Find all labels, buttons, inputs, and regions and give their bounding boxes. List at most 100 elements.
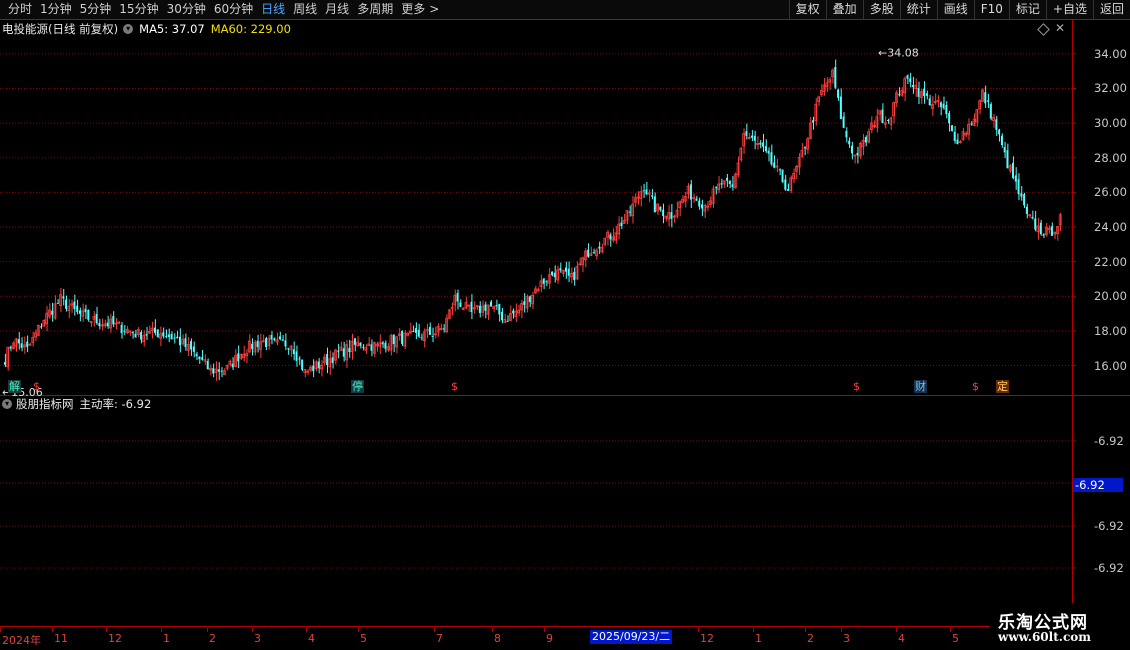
candle-body: [1017, 179, 1020, 195]
candle-body: [1042, 234, 1045, 236]
candle-body: [442, 328, 445, 330]
action-button-4[interactable]: 画线: [936, 0, 974, 19]
candle-body: [506, 320, 509, 322]
close-icon[interactable]: ✕: [1055, 21, 1065, 35]
candle-body: [512, 310, 515, 314]
candle-body: [559, 268, 562, 271]
candle-body: [270, 334, 273, 340]
candle-body: [1014, 175, 1017, 182]
signal-marker[interactable]: 财: [914, 380, 927, 393]
action-button-6[interactable]: 标记: [1008, 0, 1046, 19]
date-tick-label: 4: [308, 632, 315, 645]
period-tabs: 分时 1分钟 5分钟 15分钟 30分钟 60分钟 日线 周线 月线 多周期 更多 >: [4, 0, 439, 19]
date-tick-label: 5: [360, 632, 367, 645]
action-button-5[interactable]: F10: [973, 0, 1009, 19]
date-tick-label: 12: [700, 632, 714, 645]
candle-body: [1023, 194, 1026, 206]
signal-marker[interactable]: 停: [351, 380, 364, 393]
candle-body: [620, 222, 623, 227]
date-tick-mark: [544, 628, 545, 632]
indicator-value: 主动率: -6.92: [79, 397, 152, 411]
date-tick-mark: [753, 628, 754, 632]
date-tick-mark: [698, 628, 699, 632]
date-tick-label: 2: [807, 632, 814, 645]
candle-body: [17, 339, 20, 344]
action-button-3[interactable]: 统计: [899, 0, 937, 19]
indicator-tick-label: -6.92: [1094, 519, 1124, 533]
signal-marker[interactable]: $: [972, 380, 979, 393]
candle-body: [120, 324, 123, 334]
candle-body: [40, 326, 43, 328]
candle-body: [1025, 206, 1028, 214]
candle-body: [87, 309, 90, 320]
candle-body: [731, 184, 734, 187]
candle-body: [456, 292, 459, 302]
candle-body: [98, 322, 101, 327]
candle-body: [312, 365, 315, 372]
cursor-date: 2025/09/23/二: [590, 630, 673, 644]
date-tick-mark: [161, 628, 162, 632]
date-tick-label: 5: [952, 632, 959, 645]
price-chart[interactable]: ←34.08←15.06: [0, 20, 1130, 630]
candle-body: [251, 343, 254, 350]
chevron-down-icon[interactable]: ▾: [2, 399, 12, 409]
candle-body: [567, 268, 570, 276]
tab-period-1[interactable]: 1分钟: [36, 0, 76, 19]
candle-body: [78, 310, 81, 314]
candle-body: [140, 332, 143, 340]
date-tick-label: 12: [108, 632, 122, 645]
chevron-down-icon[interactable]: ▾: [123, 24, 134, 34]
candle-body: [65, 299, 68, 309]
tab-period-7[interactable]: 周线: [289, 0, 321, 19]
candle-body: [134, 333, 137, 338]
candle-body: [412, 330, 415, 332]
signal-marker[interactable]: $: [33, 380, 40, 393]
signal-marker[interactable]: $: [853, 380, 860, 393]
candle-body: [881, 109, 884, 124]
tab-period-5[interactable]: 60分钟: [210, 0, 257, 19]
tab-period-4[interactable]: 30分钟: [163, 0, 210, 19]
candle-body: [153, 327, 156, 333]
candle-body: [573, 271, 576, 281]
date-tick-label: 11: [54, 632, 68, 645]
candle-body: [106, 322, 109, 327]
price-tick-label: 20.00: [1094, 289, 1127, 304]
signal-marker[interactable]: $: [451, 380, 458, 393]
tab-period-6[interactable]: 日线: [257, 0, 289, 19]
signal-marker[interactable]: 定: [996, 380, 1009, 393]
candle-body: [256, 340, 259, 348]
tab-period-3[interactable]: 15分钟: [115, 0, 162, 19]
candle-body: [850, 145, 853, 154]
candle-body: [839, 96, 842, 119]
tab-period-8[interactable]: 月线: [321, 0, 353, 19]
candle-body: [970, 123, 973, 125]
action-button-7[interactable]: +自选: [1045, 0, 1093, 19]
date-tick-mark: [106, 628, 107, 632]
candle-body: [837, 89, 840, 98]
chevron-right-icon[interactable]: >: [429, 0, 439, 19]
candle-body: [417, 329, 420, 337]
candle-body: [9, 346, 12, 349]
candle-body: [609, 234, 612, 240]
candle-body: [478, 305, 481, 313]
candle-body: [326, 354, 329, 365]
action-button-0[interactable]: 复权: [788, 0, 826, 19]
candle-body: [212, 368, 215, 374]
candle-body: [428, 327, 431, 335]
date-tick-label: 3: [843, 632, 850, 645]
action-button-2[interactable]: 多股: [862, 0, 900, 19]
action-button-8[interactable]: 返回: [1092, 0, 1130, 19]
date-tick-mark: [434, 628, 435, 632]
tab-period-9[interactable]: 多周期: [353, 0, 397, 19]
candle-body: [628, 211, 631, 213]
tab-period-0[interactable]: 分时: [4, 0, 36, 19]
candle-body: [131, 331, 134, 334]
candle-body: [167, 334, 170, 338]
signal-marker[interactable]: 解: [8, 380, 21, 393]
candle-body: [528, 296, 531, 303]
tab-period-2[interactable]: 5分钟: [76, 0, 116, 19]
indicator-tick-label: -6.92: [1094, 434, 1124, 448]
tab-period-10[interactable]: 更多: [397, 0, 429, 19]
action-button-1[interactable]: 叠加: [825, 0, 863, 19]
date-tick-mark: [841, 628, 842, 632]
